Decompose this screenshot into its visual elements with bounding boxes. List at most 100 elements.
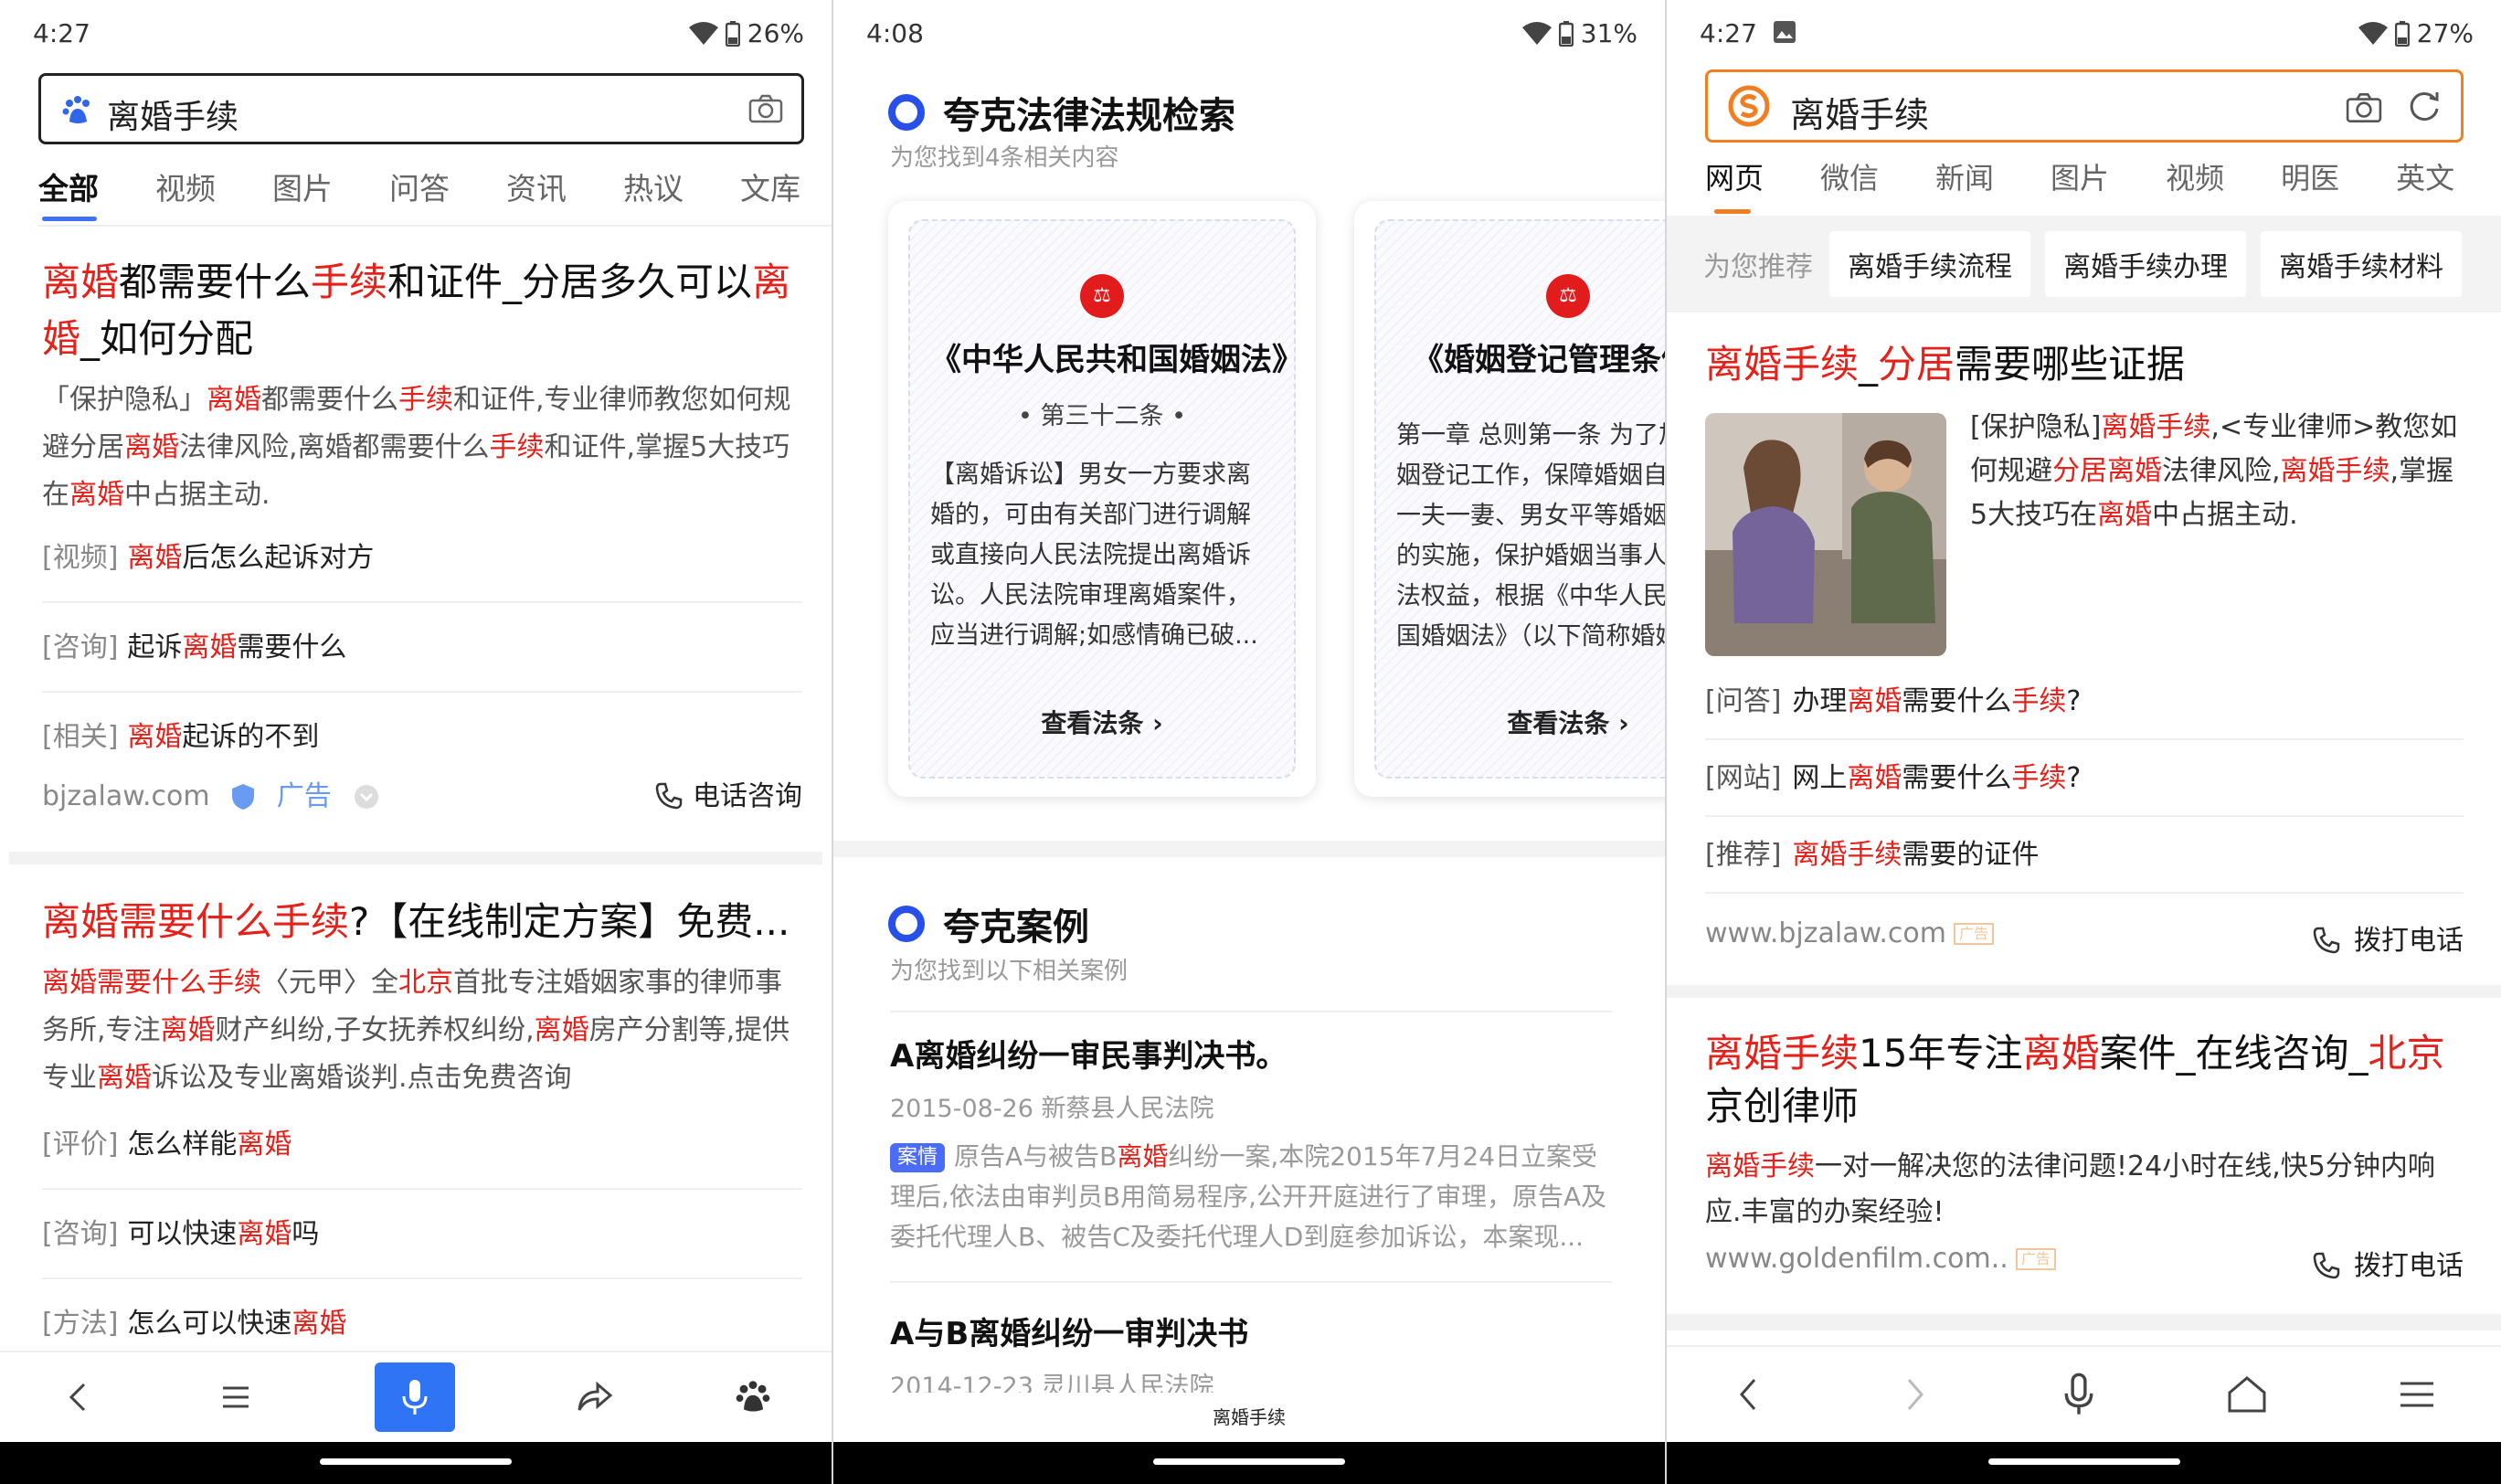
- tab-images[interactable]: 图片: [2051, 155, 2109, 214]
- result-title[interactable]: 离婚都需要什么手续和证件_分居多久可以离婚_如何分配: [42, 254, 802, 367]
- tab-english[interactable]: 英文: [2396, 155, 2454, 214]
- battery-icon: [725, 20, 740, 47]
- status-bar: 4:27 27%: [1667, 0, 2501, 69]
- share-icon[interactable]: [576, 1379, 614, 1415]
- result-card[interactable]: 离婚都需要什么手续和证件_分居多久可以离婚_如何分配 「保护隐私」离婚都需要什么…: [42, 254, 802, 519]
- sogou-panel: 4:27 27% 离婚手续 网页 微信 新闻 图片 视频 明医 英文 为您推荐 …: [1667, 0, 2501, 1484]
- result-source-line: www.goldenfilm.com.. 广告 拨打电话: [1705, 1243, 2464, 1294]
- tab-video[interactable]: 视频: [2166, 155, 2224, 214]
- source-domain: bjzalaw.com: [42, 780, 210, 812]
- recommend-chip[interactable]: 离婚手续办理: [2045, 231, 2246, 297]
- tab-discuss[interactable]: 热议: [623, 164, 684, 228]
- law-article: • 第三十二条 •: [1017, 402, 1187, 430]
- home-indicator[interactable]: [1153, 1458, 1345, 1465]
- tab-medical[interactable]: 明医: [2281, 155, 2339, 214]
- home-indicator[interactable]: [1987, 1458, 2180, 1465]
- camera-icon[interactable]: [2346, 92, 2382, 123]
- tab-news[interactable]: 新闻: [1935, 155, 1994, 214]
- result-sublink[interactable]: [推荐] 离婚手续需要的证件: [1705, 817, 2464, 894]
- result-sublink[interactable]: [咨询] 可以快速离婚吗: [42, 1190, 802, 1279]
- case-tag: 案情: [890, 1143, 946, 1172]
- tab-wechat[interactable]: 微信: [1820, 155, 1879, 214]
- back-icon[interactable]: [1731, 1374, 1767, 1415]
- battery-level: 26%: [747, 18, 804, 48]
- law-excerpt: 第一章 总则第一条 为了加强婚姻登记工作，保障婚姻自由、一夫一妻、男女平等婚姻制…: [1396, 421, 1667, 651]
- home-indicator[interactable]: [320, 1458, 512, 1465]
- microphone-icon[interactable]: [2061, 1373, 2097, 1416]
- case-title[interactable]: A离婚纠纷一审民事判决书。: [890, 1031, 1612, 1076]
- result-title[interactable]: 离婚手续15年专注离婚案件_在线咨询_北京 京创律师: [1705, 1027, 2464, 1133]
- phone-icon: [655, 782, 683, 810]
- result-card[interactable]: 离婚手续15年专注离婚案件_在线咨询_北京 京创律师 离婚手续一对一解决您的法律问…: [1705, 1027, 2464, 1235]
- result-thumbnail[interactable]: [1705, 413, 1946, 656]
- quark-logo-icon: [888, 906, 925, 942]
- menu-icon[interactable]: [217, 1379, 254, 1415]
- menu-icon[interactable]: [2397, 1376, 2437, 1413]
- bottom-nav: [0, 1351, 832, 1442]
- voice-search-button[interactable]: [375, 1362, 455, 1432]
- camera-icon[interactable]: [748, 94, 783, 123]
- tab-library[interactable]: 文库: [740, 164, 800, 228]
- home-indicator-bar: [0, 1442, 832, 1484]
- view-law-link[interactable]: 查看法条 ›: [1376, 704, 1665, 740]
- court-emblem-icon: ⚖: [1080, 274, 1124, 318]
- refresh-icon[interactable]: [2406, 89, 2443, 125]
- call-button[interactable]: 拨打电话: [2312, 1243, 2464, 1283]
- baidu-paw-icon: [62, 96, 90, 123]
- result-source-line: www.bjzalaw.com 广告 拨打电话: [1705, 917, 2464, 969]
- case-item[interactable]: A与B离婚纠纷一审判决书 2014-12-23 灵川县人民法院: [890, 1309, 1612, 1402]
- shield-icon: [232, 784, 255, 810]
- quark-logo-icon: [888, 94, 925, 131]
- result-sublink[interactable]: [咨询] 起诉离婚需要什么: [42, 603, 802, 693]
- home-icon[interactable]: [2226, 1374, 2268, 1415]
- tab-qa[interactable]: 问答: [389, 164, 450, 228]
- battery-level: 27%: [2416, 18, 2474, 48]
- result-sublink[interactable]: [问答] 办理离婚需要什么手续?: [1705, 663, 2464, 740]
- result-card[interactable]: 离婚需要什么手续?【在线制定方案】免费... 离婚需要什么手续〈元甲〉全北京首批…: [42, 894, 802, 1102]
- image-notification-icon: [1774, 21, 1796, 43]
- result-sublink[interactable]: [视频] 离婚后怎么起诉对方: [42, 514, 802, 603]
- law-card[interactable]: ⚖ 《中华人民共和国婚姻法》 • 第三十二条 • 【离婚诉讼】男女一方要求离婚的…: [888, 201, 1316, 797]
- tab-all[interactable]: 全部: [38, 164, 99, 228]
- law-card[interactable]: ⚖ 《婚姻登记管理条例》 第一章 总则第一条 为了加强婚姻登记工作，保障婚姻自由…: [1354, 201, 1667, 797]
- law-section-title: 夸克法律法规检索: [888, 86, 1235, 139]
- phone-consult-button[interactable]: 电话咨询: [654, 773, 802, 813]
- tab-images[interactable]: 图片: [272, 164, 333, 228]
- home-indicator-bar: [833, 1442, 1665, 1484]
- tab-web[interactable]: 网页: [1705, 155, 1764, 214]
- recommend-chip[interactable]: 离婚手续流程: [1829, 231, 2030, 297]
- baidu-paw-icon[interactable]: [735, 1379, 771, 1415]
- result-sublink[interactable]: [评价] 怎么样能离婚: [42, 1100, 802, 1190]
- chevron-down-icon[interactable]: [353, 783, 380, 811]
- ad-label: 广告: [1954, 923, 1995, 945]
- result-description: [保护隐私]离婚手续,<专业律师>教您如何规避分居离婚法律风险,离婚手续,掌握5…: [1970, 411, 2458, 531]
- source-domain: www.goldenfilm.com..: [1705, 1243, 2008, 1275]
- recommend-chip[interactable]: 离婚手续材料: [2261, 231, 2462, 297]
- result-separator: [1667, 985, 2501, 998]
- result-card[interactable]: 离婚手续_分居需要哪些证据: [1705, 338, 2464, 391]
- result-title[interactable]: 离婚手续_分居需要哪些证据: [1705, 338, 2464, 391]
- call-button[interactable]: 拨打电话: [2312, 917, 2464, 958]
- status-bar: 4:27 26%: [0, 0, 832, 69]
- search-input[interactable]: 离婚手续: [1705, 69, 2464, 143]
- law-title: 《婚姻登记管理条例》: [1413, 342, 1665, 378]
- result-sublink[interactable]: [相关] 离婚起诉的不到: [42, 693, 802, 782]
- case-title[interactable]: A与B离婚纠纷一审判决书: [890, 1309, 1612, 1353]
- battery-level: 31%: [1580, 18, 1637, 48]
- tab-news[interactable]: 资讯: [506, 164, 567, 228]
- case-section-subtitle: 为您找到以下相关案例: [890, 958, 1129, 985]
- result-sublink[interactable]: [网站] 网上离婚需要什么手续?: [1705, 740, 2464, 817]
- status-time: 4:27: [33, 18, 90, 48]
- result-title[interactable]: 离婚需要什么手续?【在线制定方案】免费...: [42, 894, 802, 950]
- page-footer-title: 离婚手续: [833, 1393, 1665, 1442]
- result-separator: [9, 852, 822, 864]
- forward-icon[interactable]: [1896, 1374, 1933, 1415]
- recommendation-bar: 为您推荐 离婚手续流程 离婚手续办理 离婚手续材料: [1667, 216, 2501, 313]
- tab-video[interactable]: 视频: [155, 164, 216, 228]
- back-icon[interactable]: [60, 1379, 97, 1415]
- case-item[interactable]: A离婚纠纷一审民事判决书。 2015-08-26 新蔡县人民法院 案情 原告A与被…: [890, 1031, 1612, 1257]
- view-law-link[interactable]: 查看法条 ›: [910, 704, 1294, 740]
- search-input[interactable]: 离婚手续: [38, 73, 804, 144]
- case-divider: [890, 1011, 1612, 1012]
- section-separator: [833, 841, 1665, 857]
